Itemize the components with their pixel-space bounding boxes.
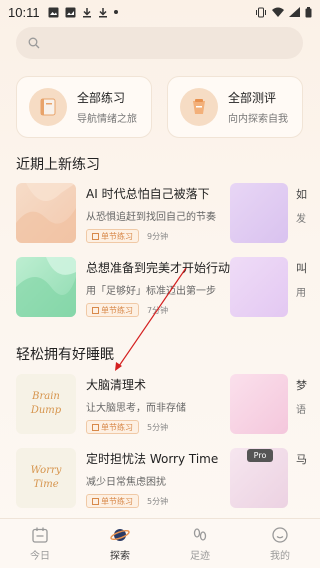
thumbnail-text: Brain Dump <box>30 391 62 416</box>
peek-desc: 语 <box>296 405 306 416</box>
tag-label: 单节练习 <box>101 496 133 506</box>
feature-subtitle: 向内探索自我 <box>228 114 288 125</box>
peek-thumbnail[interactable] <box>230 183 288 243</box>
item-desc: 让大脑思考，而非存储 <box>86 403 186 414</box>
planet-icon <box>110 528 130 541</box>
duration: 5分钟 <box>147 422 169 432</box>
thumbnail: Worry Time <box>16 448 76 508</box>
tag-label: 单节练习 <box>101 231 133 241</box>
note-icon <box>92 306 99 314</box>
status-time: 10:11 <box>8 4 40 20</box>
item-title: AI 时代总怕自己被落下 <box>86 187 210 201</box>
tag-label: 单节练习 <box>101 305 133 315</box>
peek-title: 马 <box>296 453 307 466</box>
nav-today[interactable]: 今日 <box>0 519 80 568</box>
calendar-icon <box>32 527 48 543</box>
section-title-sleep: 轻松拥有好睡眠 <box>16 347 114 363</box>
signal-icon <box>289 7 300 17</box>
tag-badge: 单节练习 <box>86 303 139 317</box>
nav-label: 足迹 <box>190 550 210 562</box>
search-icon <box>28 37 40 49</box>
peek-desc: 用 <box>296 288 306 299</box>
duration: 7分钟 <box>147 305 169 315</box>
download-icon <box>82 7 91 17</box>
thumbnail <box>16 183 76 243</box>
thumbnail: Brain Dump <box>16 374 76 434</box>
item-desc: 从恐惧追赶到找回自己的节奏 <box>86 212 216 223</box>
bottom-nav: 今日 探索 足迹 我的 <box>0 518 320 568</box>
tag-badge: 单节练习 <box>86 229 139 243</box>
peek-title: 叫 <box>296 262 307 275</box>
item-desc: 用「足够好」标准迈出第一步 <box>86 286 216 297</box>
tag-label: 单节练习 <box>101 422 133 432</box>
book-icon <box>29 88 67 126</box>
thumbnail <box>16 257 76 317</box>
wifi-icon <box>272 7 284 17</box>
nav-footprints[interactable]: 足迹 <box>160 519 240 568</box>
nav-label: 我的 <box>270 550 290 562</box>
thumbnail-text: Worry Time <box>30 465 62 490</box>
peek-thumbnail[interactable] <box>230 257 288 317</box>
tag-badge: 单节练习 <box>86 420 139 434</box>
note-icon <box>92 423 99 431</box>
notification-dot-icon <box>113 10 118 14</box>
footprint-icon <box>193 527 207 541</box>
tag-badge: 单节练习 <box>86 494 139 508</box>
item-title: 定时担忧法 Worry Time <box>86 452 219 466</box>
feature-subtitle: 导航情绪之旅 <box>77 114 137 125</box>
search-input[interactable] <box>46 36 276 50</box>
peek-title: 梦 <box>296 379 307 392</box>
all-assessments-card[interactable]: 全部测评 向内探索自我 <box>167 76 303 138</box>
cup-icon <box>180 88 218 126</box>
feature-title: 全部测评 <box>228 91 277 105</box>
download-icon <box>98 7 107 17</box>
peek-title: 如 <box>296 188 307 201</box>
battery-icon <box>305 6 312 17</box>
pro-badge: Pro <box>247 449 273 462</box>
note-icon <box>92 232 99 240</box>
photo-icon <box>48 7 59 17</box>
nav-explore[interactable]: 探索 <box>80 519 160 568</box>
note-icon <box>92 497 99 505</box>
search-bar[interactable] <box>16 27 303 59</box>
nav-label: 今日 <box>30 550 50 562</box>
image-icon <box>65 7 76 17</box>
nav-mine[interactable]: 我的 <box>240 519 320 568</box>
duration: 5分钟 <box>147 496 169 506</box>
item-title: 总想准备到完美才开始行动 <box>86 261 231 275</box>
duration: 9分钟 <box>147 231 169 241</box>
vibrate-icon <box>256 7 266 17</box>
item-desc: 减少日常焦虑困扰 <box>86 477 166 488</box>
feature-title: 全部练习 <box>77 91 126 105</box>
peek-desc: 发 <box>296 214 306 225</box>
all-exercises-card[interactable]: 全部练习 导航情绪之旅 <box>16 76 152 138</box>
section-title-recent: 近期上新练习 <box>16 157 100 173</box>
peek-thumbnail[interactable] <box>230 374 288 434</box>
smile-icon <box>272 526 288 543</box>
status-bar: 10:11 <box>0 0 320 24</box>
item-title: 大脑清理术 <box>86 378 147 392</box>
nav-label: 探索 <box>110 550 130 562</box>
